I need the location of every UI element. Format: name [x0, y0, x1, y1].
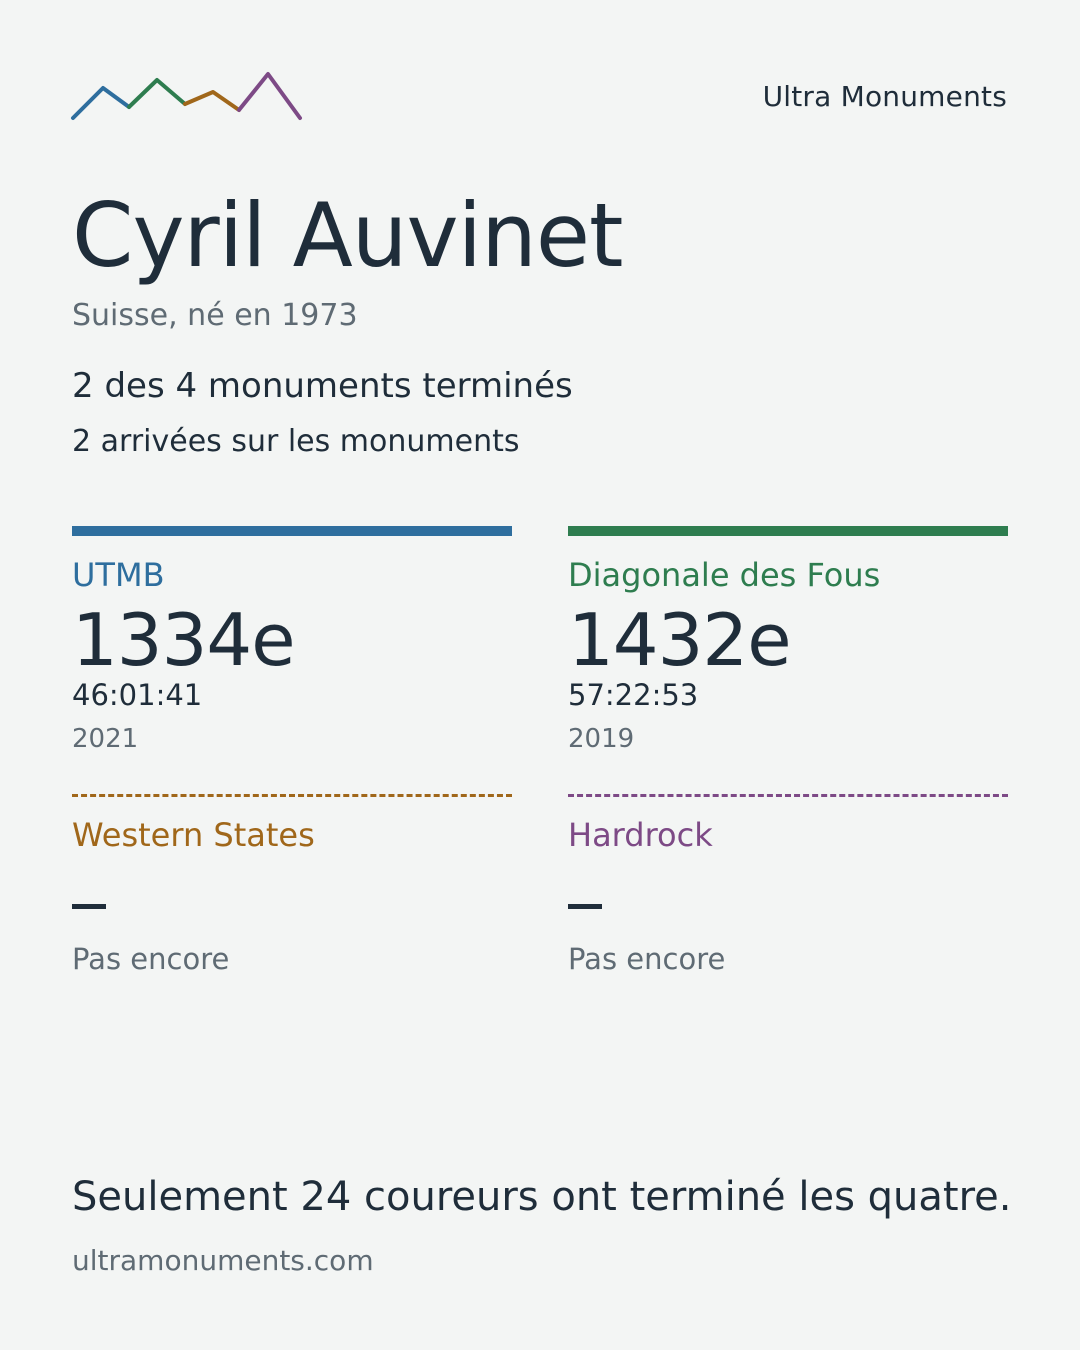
- race-time: 57:22:53: [568, 678, 699, 712]
- race-rank: 1432e: [568, 598, 792, 682]
- race-rank-empty: [72, 904, 106, 909]
- race-name: Hardrock: [568, 816, 713, 854]
- footer-tagline: Seulement 24 coureurs ont terminé les qu…: [72, 1174, 1012, 1220]
- race-rank-empty: [568, 904, 602, 909]
- race-dashed-bar: [72, 794, 512, 797]
- race-color-bar: [568, 526, 1008, 536]
- race-year: 2019: [568, 724, 635, 754]
- race-card-hardrock: Hardrock Pas encore: [568, 794, 1008, 976]
- race-name: Diagonale des Fous: [568, 556, 881, 594]
- race-status: Pas encore: [72, 942, 230, 976]
- race-card-diagonale-des-fous: Diagonale des Fous 1432e 57:22:53 2019: [568, 526, 1008, 754]
- footer-url-link[interactable]: ultramonuments.com: [72, 1244, 374, 1277]
- race-name: UTMB: [72, 556, 165, 594]
- race-card-utmb: UTMB 1334e 46:01:41 2021: [72, 526, 512, 754]
- race-name: Western States: [72, 816, 315, 854]
- race-time: 46:01:41: [72, 678, 203, 712]
- summary-finishes: 2 arrivées sur les monuments: [72, 424, 520, 459]
- race-status: Pas encore: [568, 942, 726, 976]
- race-year: 2021: [72, 724, 139, 754]
- runner-name: Cyril Auvinet: [72, 184, 623, 287]
- mountain-line-logo: [71, 72, 302, 120]
- race-color-bar: [72, 526, 512, 536]
- brand-name: Ultra Monuments: [762, 80, 1007, 113]
- race-rank: 1334e: [72, 598, 296, 682]
- summary-completed: 2 des 4 monuments terminés: [72, 366, 573, 406]
- runner-meta: Suisse, né en 1973: [72, 298, 358, 333]
- race-dashed-bar: [568, 794, 1008, 797]
- race-card-western-states: Western States Pas encore: [72, 794, 512, 976]
